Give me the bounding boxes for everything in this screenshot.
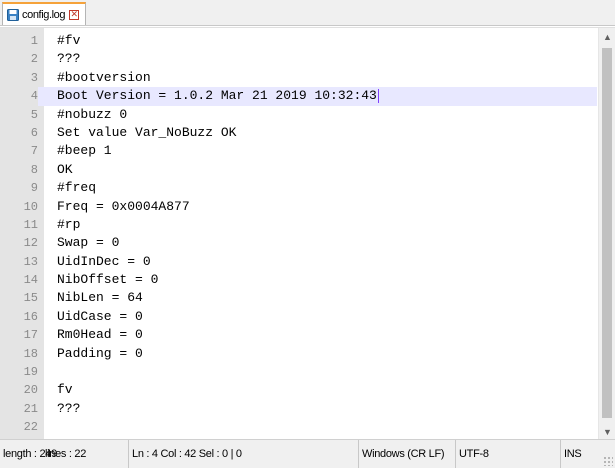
editor-line[interactable]: 10 Freq = 0x0004A877: [0, 198, 597, 216]
line-text: Rm0Head = 0: [57, 327, 143, 343]
editor-line[interactable]: 5 #nobuzz 0: [0, 106, 597, 124]
editor-line[interactable]: 1 #fv: [0, 32, 597, 50]
line-text: ???: [57, 51, 81, 67]
editor-line[interactable]: 12 Swap = 0: [0, 234, 597, 252]
line-number: 14: [23, 273, 38, 288]
tab-label: config.log: [22, 8, 66, 21]
vertical-scrollbar[interactable]: ▲ ▼: [598, 28, 615, 440]
line-number: 16: [23, 309, 38, 324]
editor-line[interactable]: 3 #bootversion: [0, 69, 597, 87]
line-number: 22: [23, 420, 38, 435]
line-number: 13: [23, 254, 38, 269]
editor-line[interactable]: 16 UidCase = 0: [0, 308, 597, 326]
line-number: 7: [30, 144, 38, 159]
line-number: 5: [30, 107, 38, 122]
line-text: OK: [57, 161, 73, 177]
text-caret: [377, 88, 379, 103]
save-icon: [7, 8, 19, 21]
line-number: 19: [23, 365, 38, 380]
editor-line[interactable]: 14 NibOffset = 0: [0, 271, 597, 289]
editor-line[interactable]: 19: [0, 363, 597, 381]
scroll-thumb[interactable]: [602, 48, 612, 418]
line-text: #rp: [57, 216, 81, 232]
editor-line[interactable]: 17 Rm0Head = 0: [0, 326, 597, 344]
line-text: UidCase = 0: [57, 308, 143, 324]
line-number: 9: [30, 181, 38, 196]
line-text: Swap = 0: [57, 235, 120, 251]
editor-line[interactable]: 15 NibLen = 64: [0, 289, 597, 307]
line-number: 1: [30, 34, 38, 48]
editor-line[interactable]: 7 #beep 1: [0, 142, 597, 160]
status-lines: lines : 22: [45, 448, 87, 460]
status-insert-mode[interactable]: INS: [560, 440, 600, 468]
line-text: #fv: [57, 33, 81, 48]
line-text: #beep 1: [57, 143, 112, 159]
close-icon[interactable]: ✕: [69, 9, 80, 20]
editor-line[interactable]: 2???: [0, 50, 597, 68]
line-text: #freq: [57, 180, 97, 196]
editor-line[interactable]: 11 #rp: [0, 216, 597, 234]
line-number: 4: [0, 87, 38, 106]
line-text: ???: [57, 400, 81, 416]
line-number: 6: [30, 125, 38, 140]
line-text: fv: [57, 382, 73, 398]
editor-line[interactable]: 21???: [0, 400, 597, 418]
line-number: 12: [23, 236, 38, 251]
line-text: NibLen = 64: [57, 290, 143, 306]
line-number: 8: [30, 162, 38, 177]
scroll-down-icon[interactable]: ▼: [599, 423, 615, 440]
line-text: NibOffset = 0: [57, 272, 159, 288]
line-text: Boot Version = 1.0.2 Mar 21 2019 10:32:4…: [57, 88, 379, 104]
line-number: 20: [23, 383, 38, 398]
status-encoding[interactable]: UTF-8: [455, 440, 555, 468]
resize-grip-icon[interactable]: [603, 456, 613, 466]
editor-line[interactable]: 6 Set value Var_NoBuzz OK: [0, 124, 597, 142]
line-number: 3: [30, 70, 38, 85]
editor-line[interactable]: 9 #freq: [0, 179, 597, 197]
line-number: 15: [23, 291, 38, 306]
line-number: 17: [23, 328, 38, 343]
editor-line[interactable]: 8 OK: [0, 161, 597, 179]
status-eol[interactable]: Windows (CR LF): [358, 440, 455, 468]
line-text: Set value Var_NoBuzz OK: [57, 124, 237, 140]
line-number: 21: [23, 401, 38, 416]
editor-line[interactable]: 4 Boot Version = 1.0.2 Mar 21 2019 10:32:…: [0, 87, 597, 106]
editor-area[interactable]: 1 #fv 2??? 3 #bootversion 4 Boot Version = 1.0…: [0, 27, 615, 440]
text-lines: 1 #fv 2??? 3 #bootversion 4 Boot Version = 1.0…: [0, 32, 597, 437]
tab-config-log[interactable]: config.log ✕: [2, 2, 87, 25]
line-text: #bootversion: [57, 69, 151, 85]
status-position: Ln : 4 Col : 42 Sel : 0 | 0: [128, 440, 358, 468]
line-text: UidInDec = 0: [57, 253, 151, 269]
line-text: #nobuzz 0: [57, 106, 128, 122]
editor-line[interactable]: 18 Padding = 0: [0, 345, 597, 363]
line-number: 2: [30, 52, 38, 67]
scroll-up-icon[interactable]: ▲: [599, 28, 615, 45]
line-number: 11: [23, 217, 38, 232]
line-number: 10: [23, 199, 38, 214]
editor-line[interactable]: 13 UidInDec = 0: [0, 253, 597, 271]
editor-line[interactable]: 22: [0, 418, 597, 436]
status-bar: length : 249 lines : 22 Ln : 4 Col : 42 …: [0, 439, 615, 468]
line-text: Padding = 0: [57, 345, 143, 361]
editor-line[interactable]: 20 fv: [0, 381, 597, 399]
line-number: 18: [23, 346, 38, 361]
tab-bar: config.log ✕: [0, 0, 615, 26]
line-text: Freq = 0x0004A877: [57, 198, 190, 214]
